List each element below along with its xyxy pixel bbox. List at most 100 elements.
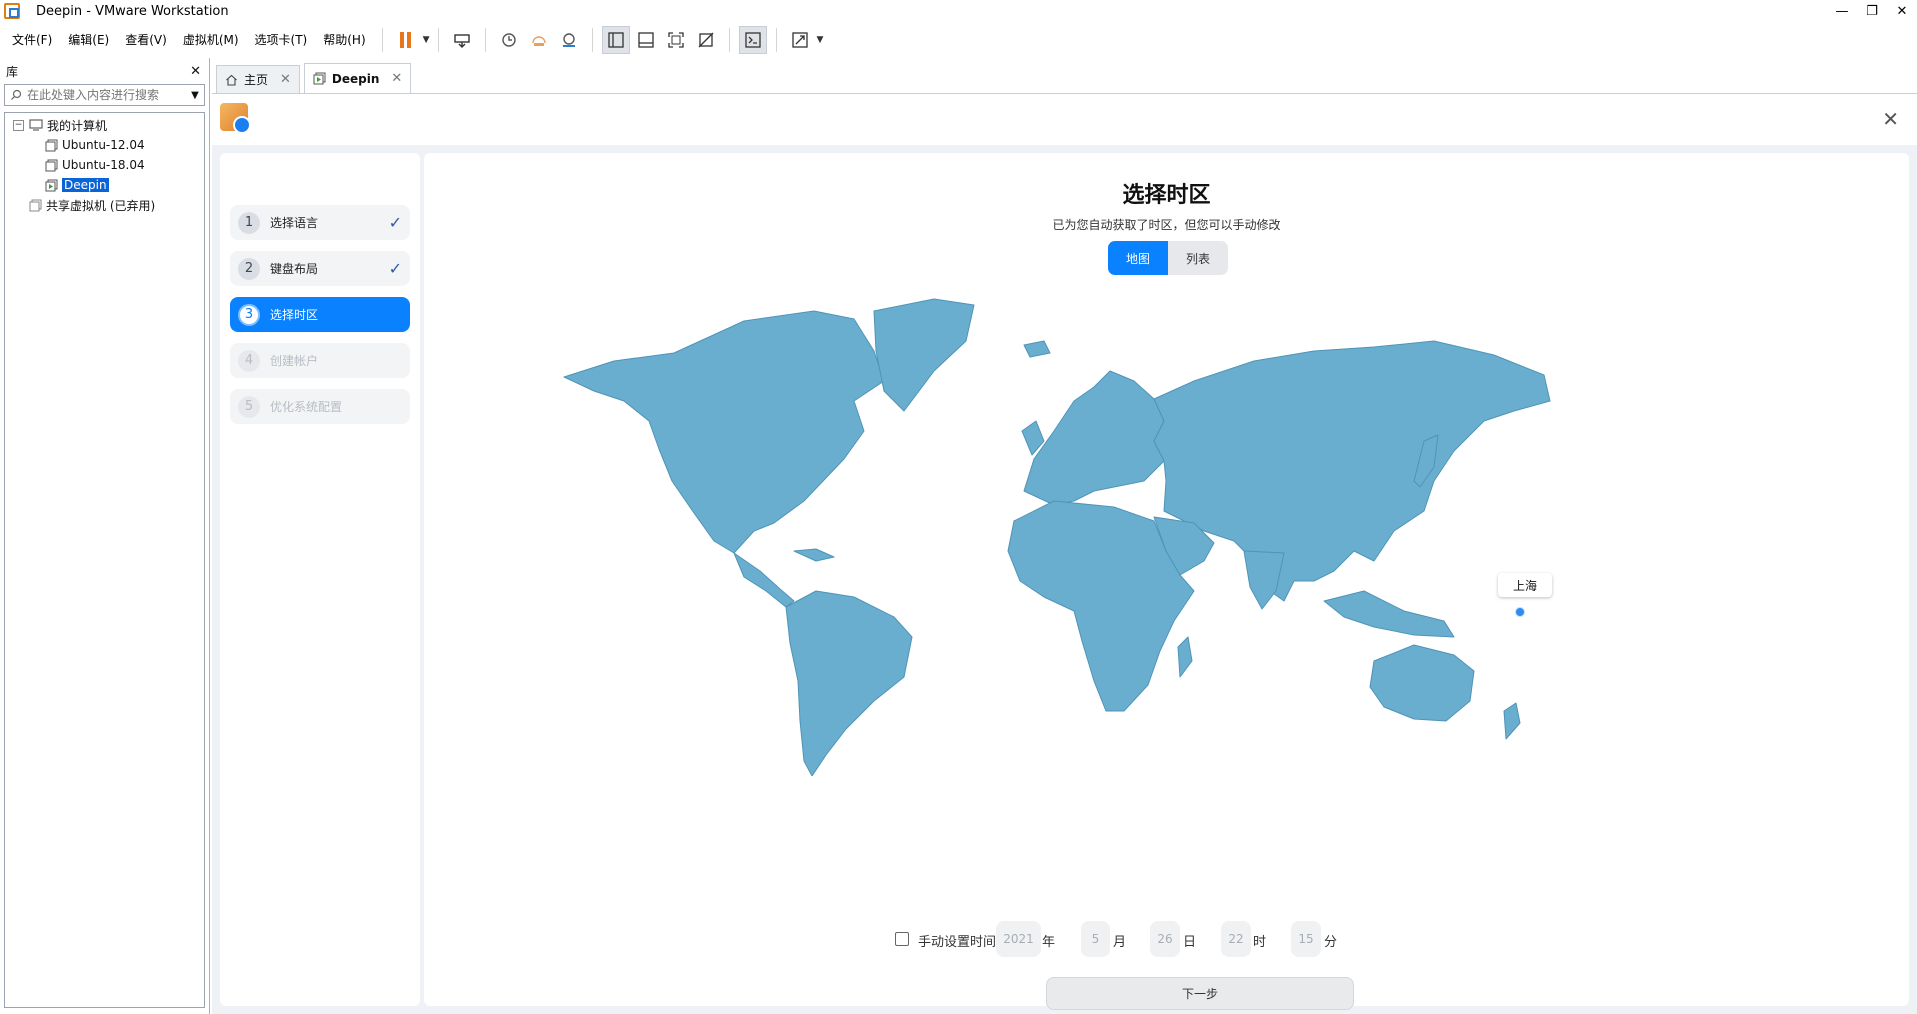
keyboard-send-icon	[453, 34, 470, 48]
close-tab-icon[interactable]: ✕	[391, 71, 402, 86]
running-vm-icon	[313, 72, 326, 85]
step-select-language[interactable]: 1 选择语言 ✓	[230, 205, 410, 240]
madagascar	[1177, 636, 1193, 678]
installer-steps: 1 选择语言 ✓ 2 键盘布局 ✓ 3 选择时区 4 创建帐户 5 优化系统配置	[220, 153, 420, 1006]
search-dropdown-icon[interactable]: ▼	[186, 90, 204, 101]
toolbar-separator	[728, 28, 730, 52]
tab-deepin[interactable]: Deepin ✕	[303, 63, 412, 93]
menu-tabs[interactable]: 选项卡(T)	[247, 22, 316, 58]
checkmark-icon: ✓	[388, 259, 402, 278]
tree-item-shared-vms[interactable]: 共享虚拟机 (已弃用)	[5, 195, 204, 215]
snapshot-clock-icon	[501, 33, 516, 47]
hour-input[interactable]: 22	[1221, 921, 1251, 957]
step-select-timezone[interactable]: 3 选择时区	[230, 297, 410, 332]
page-subtitle: 已为您自动获取了时区，但您可以手动修改	[1052, 218, 1281, 232]
central-america	[733, 552, 795, 608]
step-number: 4	[238, 349, 260, 372]
india	[1243, 550, 1285, 610]
full-screen-button[interactable]	[662, 26, 690, 54]
north-america	[563, 310, 885, 554]
caribbean	[793, 548, 835, 562]
show-thumbnail-button[interactable]	[632, 26, 660, 54]
library-panel: 库 ✕ ▼ − 我的计算机 Ubuntu-12.04 Ubuntu-18.04	[0, 58, 210, 1014]
map-view-button[interactable]: 地图	[1108, 241, 1168, 275]
menu-help[interactable]: 帮助(H)	[315, 22, 373, 58]
stretch-icon	[791, 32, 808, 48]
step-optimize-config: 5 优化系统配置	[230, 389, 410, 424]
show-library-button[interactable]	[601, 26, 630, 54]
revert-snapshot-button[interactable]	[525, 26, 553, 54]
tree-item-my-computer[interactable]: − 我的计算机	[5, 115, 204, 135]
new-zealand	[1503, 702, 1521, 740]
power-dropdown-icon[interactable]: ▼	[423, 35, 430, 45]
minimize-button[interactable]: —	[1827, 0, 1857, 22]
hour-unit: 时	[1253, 935, 1267, 950]
guest-screen[interactable]: ✕ 1 选择语言 ✓ 2 键盘布局 ✓ 3 选择时区 4 创建帐户 5 优化系统…	[212, 95, 1917, 1014]
title-bar: Deepin - VMware Workstation — ❐ ✕	[0, 0, 1917, 22]
menu-toolbar: 文件(F) 编辑(E) 查看(V) 虚拟机(M) 选项卡(T) 帮助(H) ▼ …	[0, 22, 1917, 58]
tree-label: 共享虚拟机 (已弃用)	[46, 198, 156, 213]
menu-edit[interactable]: 编辑(E)	[60, 22, 117, 58]
stretch-dropdown-icon[interactable]: ▼	[817, 35, 824, 45]
timezone-marker[interactable]	[1515, 607, 1525, 617]
collapse-icon[interactable]: −	[13, 119, 24, 131]
window-controls: — ❐ ✕	[1827, 0, 1917, 22]
restore-button[interactable]: ❐	[1857, 0, 1887, 22]
greenland	[873, 298, 975, 412]
tab-label: 主页	[244, 73, 269, 87]
search-icon	[5, 89, 27, 101]
manual-time-checkbox[interactable]	[895, 932, 909, 946]
year-input[interactable]: 2021	[996, 921, 1041, 957]
installer-titlebar: ✕	[212, 95, 1917, 145]
pause-button[interactable]	[392, 26, 420, 54]
menu-vm[interactable]: 虚拟机(M)	[175, 22, 247, 58]
thumbnail-bar-icon	[637, 32, 654, 48]
month-unit: 月	[1113, 935, 1127, 950]
south-america	[785, 590, 913, 776]
list-view-button[interactable]: 列表	[1168, 241, 1228, 275]
tab-home[interactable]: 主页 ✕	[216, 65, 300, 93]
menu-view[interactable]: 查看(V)	[117, 22, 175, 58]
toolbar-separator	[381, 28, 383, 52]
step-label: 选择时区	[270, 308, 319, 322]
terminal-icon	[744, 32, 761, 48]
library-search: ▼	[4, 84, 205, 106]
month-input[interactable]: 5	[1081, 921, 1110, 957]
next-button[interactable]: 下一步	[1046, 977, 1354, 1010]
stretch-guest-button[interactable]	[786, 26, 814, 54]
installer-close-icon[interactable]: ✕	[1882, 107, 1899, 131]
library-search-input[interactable]	[27, 88, 186, 102]
close-window-button[interactable]: ✕	[1887, 0, 1917, 22]
close-tab-icon[interactable]: ✕	[280, 72, 291, 87]
manual-time-label: 手动设置时间	[918, 935, 997, 950]
tree-label: Deepin	[62, 178, 109, 192]
tree-item-vm[interactable]: Ubuntu-12.04	[5, 135, 204, 155]
close-library-icon[interactable]: ✕	[190, 64, 201, 79]
menu-file[interactable]: 文件(F)	[4, 22, 60, 58]
window-title: Deepin - VMware Workstation	[36, 3, 229, 19]
shared-vm-icon	[27, 198, 43, 212]
australia	[1369, 644, 1475, 722]
toolbar-separator	[775, 28, 777, 52]
snapshot-manager-button[interactable]	[555, 26, 583, 54]
step-number: 1	[238, 211, 260, 234]
computer-icon	[28, 118, 44, 132]
minute-input[interactable]: 15	[1291, 921, 1321, 957]
tree-item-vm-selected[interactable]: Deepin	[5, 175, 204, 195]
world-map[interactable]	[554, 291, 1774, 776]
day-unit: 日	[1183, 935, 1197, 950]
unity-button[interactable]	[692, 26, 720, 54]
timezone-page: 选择时区 已为您自动获取了时区，但您可以手动修改 地图 列表 上海 手动设置时间…	[424, 153, 1909, 1010]
tree-label: Ubuntu-12.04	[62, 138, 145, 152]
tree-item-vm[interactable]: Ubuntu-18.04	[5, 155, 204, 175]
console-view-button[interactable]	[738, 26, 767, 54]
revert-snapshot-icon	[531, 36, 546, 46]
snapshot-button[interactable]	[495, 26, 523, 54]
step-keyboard-layout[interactable]: 2 键盘布局 ✓	[230, 251, 410, 286]
southeast-asia-islands	[1323, 590, 1455, 638]
send-ctrl-alt-del-button[interactable]	[448, 26, 476, 54]
library-title: 库	[6, 64, 19, 79]
step-number: 5	[238, 395, 260, 418]
day-input[interactable]: 26	[1150, 921, 1180, 957]
step-label: 创建帐户	[270, 354, 319, 368]
